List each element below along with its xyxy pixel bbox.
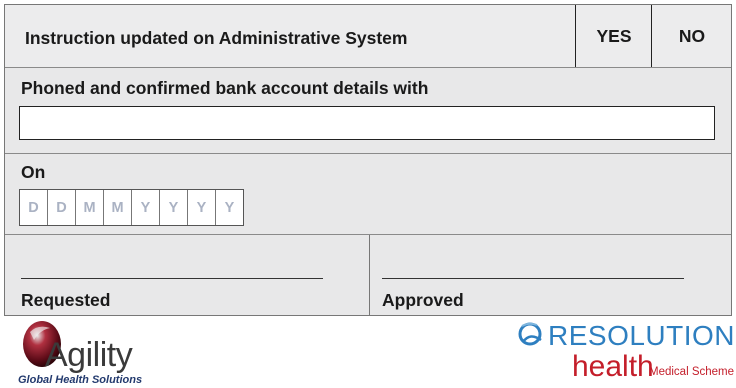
- date-row: On D D M M Y Y Y Y: [5, 154, 731, 235]
- signature-row: Requested Approved: [5, 235, 731, 315]
- bank-details-field[interactable]: [19, 106, 715, 140]
- bank-confirmation-form: Instruction updated on Administrative Sy…: [4, 4, 732, 316]
- date-year-box-1[interactable]: Y: [132, 190, 160, 225]
- approved-signature-line[interactable]: [382, 278, 684, 279]
- resolution-logo-icon: [518, 322, 542, 346]
- approved-label: Approved: [382, 290, 464, 310]
- signature-divider: [369, 235, 370, 315]
- agility-tagline: Global Health Solutions: [18, 374, 143, 386]
- no-option[interactable]: NO: [651, 5, 732, 67]
- date-day-box-2[interactable]: D: [48, 190, 76, 225]
- instruction-row: Instruction updated on Administrative Sy…: [5, 5, 731, 68]
- date-month-box-1[interactable]: M: [76, 190, 104, 225]
- bank-details-label: Phoned and confirmed bank account detail…: [21, 78, 429, 98]
- date-input: D D M M Y Y Y Y: [19, 189, 244, 226]
- on-label: On: [21, 162, 46, 182]
- date-year-box-4[interactable]: Y: [216, 190, 243, 225]
- requested-signature-line[interactable]: [21, 278, 323, 279]
- instruction-label: Instruction updated on Administrative Sy…: [25, 28, 408, 48]
- health-name: health: [572, 350, 654, 383]
- date-month-box-2[interactable]: M: [104, 190, 132, 225]
- resolution-name: RESOLUTION: [548, 320, 736, 351]
- date-day-box-1[interactable]: D: [20, 190, 48, 225]
- date-year-box-2[interactable]: Y: [160, 190, 188, 225]
- yes-option[interactable]: YES: [575, 5, 652, 67]
- date-year-box-3[interactable]: Y: [188, 190, 216, 225]
- no-label: NO: [678, 25, 706, 46]
- requested-label: Requested: [21, 290, 111, 310]
- medical-scheme-label: Medical Scheme: [649, 366, 735, 378]
- footer-logos: Agility Global Health Solutions RESOLUTI…: [0, 316, 736, 388]
- agility-name: Agility: [45, 336, 133, 374]
- yes-label: YES: [596, 25, 632, 46]
- bank-details-row: Phoned and confirmed bank account detail…: [5, 68, 731, 154]
